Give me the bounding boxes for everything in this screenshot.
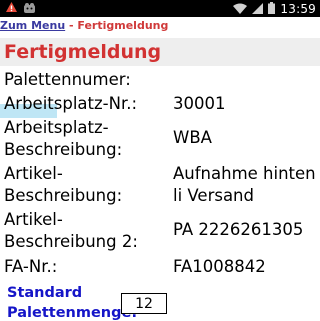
breadcrumb: Zum Menu - Fertigmeldung [0,17,320,34]
status-left-icons [6,2,36,15]
arbeitsplatz-beschreibung-label-line1: Arbeitsplatz- [4,118,109,137]
breadcrumb-separator: - [65,19,78,32]
breadcrumb-current: Fertigmeldung [77,19,169,32]
artikel-beschreibung-label-line2: Beschreibung: [4,186,123,205]
fa-nr-label: FA-Nr.: [4,257,58,276]
title-bar: Fertigmeldung [0,38,320,66]
artikel-beschreibung-value-line1: Aufnahme hinten [173,164,316,183]
page-title: Fertigmeldung [4,41,162,63]
notification-icon [6,0,17,18]
artikel-beschreibung2-label-line1: Artikel- [4,210,63,229]
artikel-beschreibung-value-line2: li Versand [173,186,254,205]
status-bar: 13:59 [0,0,320,17]
arbeitsplatz-nr-value: 30001 [173,94,226,113]
standard-palettenmenge-label-line2: Palettenmenge: [7,305,138,321]
fertigmeldung-screen: 13:59 Zum Menu - Fertigmeldung Fertigmel… [0,0,320,321]
battery-icon [268,0,276,18]
artikel-beschreibung-label-line1: Artikel- [4,164,63,183]
arbeitsplatz-beschreibung-label-line2: Beschreibung: [4,140,123,159]
signal-icon [252,0,264,18]
menu-link[interactable]: Zum Menu [0,19,65,32]
arbeitsplatz-nr-label: Arbeitsplatz-Nr.: [4,94,138,113]
artikel-beschreibung2-label-line2: Beschreibung 2: [4,232,138,251]
standard-palettenmenge-label-line1: Standard [7,285,83,301]
artikel-beschreibung2-value: PA 2226261305 [173,220,304,239]
palettennumer-label: Palettennumer: [4,70,131,89]
wifi-icon [233,0,248,18]
standard-palettenmenge-input[interactable] [121,293,167,314]
status-time: 13:59 [280,1,316,16]
arbeitsplatz-beschreibung-value: WBA [173,128,212,147]
fa-nr-value: FA1008842 [173,257,266,276]
app-icon [23,0,36,18]
status-right-icons: 13:59 [233,0,316,17]
